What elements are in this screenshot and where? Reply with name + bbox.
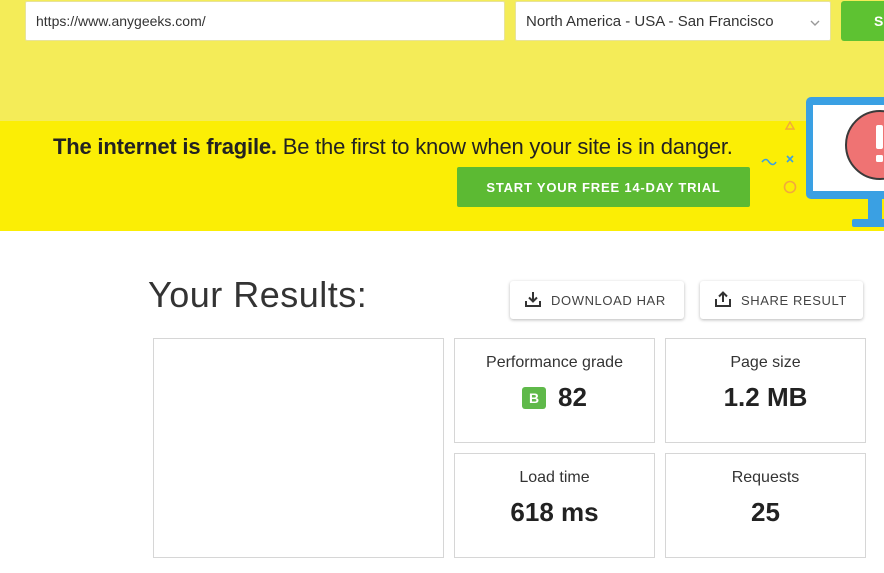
page-size-value: 1.2 MB <box>723 382 808 412</box>
download-har-label: DOWNLOAD HAR <box>551 292 666 308</box>
url-input[interactable] <box>25 1 505 41</box>
results-title: Your Results: <box>148 274 368 315</box>
download-har-button[interactable]: DOWNLOAD HAR <box>510 281 684 319</box>
load-time-label: Load time <box>519 469 590 486</box>
share-icon <box>714 290 741 311</box>
share-result-button[interactable]: SHARE RESULT <box>700 281 863 319</box>
page-screenshot-thumbnail <box>153 338 444 558</box>
grade-badge: B <box>522 386 547 409</box>
alert-monitor-illustration <box>756 95 884 236</box>
chevron-down-icon <box>810 15 820 32</box>
share-result-label: SHARE RESULT <box>741 292 847 308</box>
banner-headline-rest: Be the first to know when your site is i… <box>276 134 733 159</box>
requests-label: Requests <box>731 469 800 486</box>
performance-grade-value: 82 <box>558 382 587 412</box>
load-time-card: Load time 618 ms <box>454 453 655 558</box>
location-select[interactable]: North America - USA - San Francisco <box>515 1 831 41</box>
banner-headline: The internet is fragile. Be the first to… <box>53 134 733 160</box>
performance-grade-label: Performance grade <box>486 354 623 371</box>
free-trial-button[interactable]: START YOUR FREE 14-DAY TRIAL <box>457 167 750 207</box>
location-select-value: North America - USA - San Francisco <box>526 12 774 30</box>
download-icon <box>524 290 551 311</box>
requests-value: 25 <box>751 497 780 527</box>
requests-card: Requests 25 <box>665 453 866 558</box>
performance-grade-card: Performance grade B 82 <box>454 338 655 443</box>
page-size-card: Page size 1.2 MB <box>665 338 866 443</box>
page-size-label: Page size <box>730 354 801 371</box>
load-time-value: 618 ms <box>510 497 599 527</box>
start-test-label: S <box>874 13 884 29</box>
start-test-button[interactable]: S <box>841 1 884 41</box>
banner-headline-bold: The internet is fragile. <box>53 134 277 159</box>
